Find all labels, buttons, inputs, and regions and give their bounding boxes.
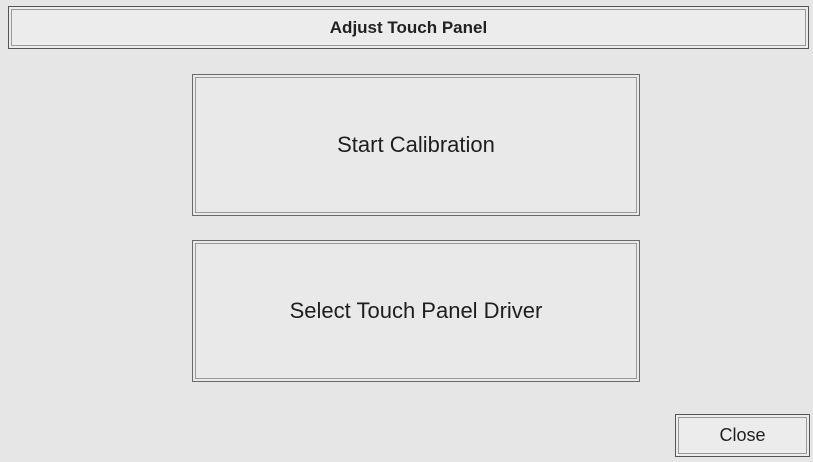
start-calibration-button[interactable]: Start Calibration (192, 74, 640, 216)
select-driver-label: Select Touch Panel Driver (289, 298, 543, 323)
close-label: Close (719, 425, 766, 445)
close-button[interactable]: Close (675, 414, 810, 457)
select-touch-panel-driver-button[interactable]: Select Touch Panel Driver (192, 240, 640, 382)
window-title: Adjust Touch Panel (329, 17, 488, 37)
adjust-touch-panel-window: Adjust Touch Panel Start Calibration Sel… (0, 0, 813, 462)
start-calibration-label: Start Calibration (337, 132, 495, 157)
title-bar: Adjust Touch Panel (8, 6, 809, 49)
